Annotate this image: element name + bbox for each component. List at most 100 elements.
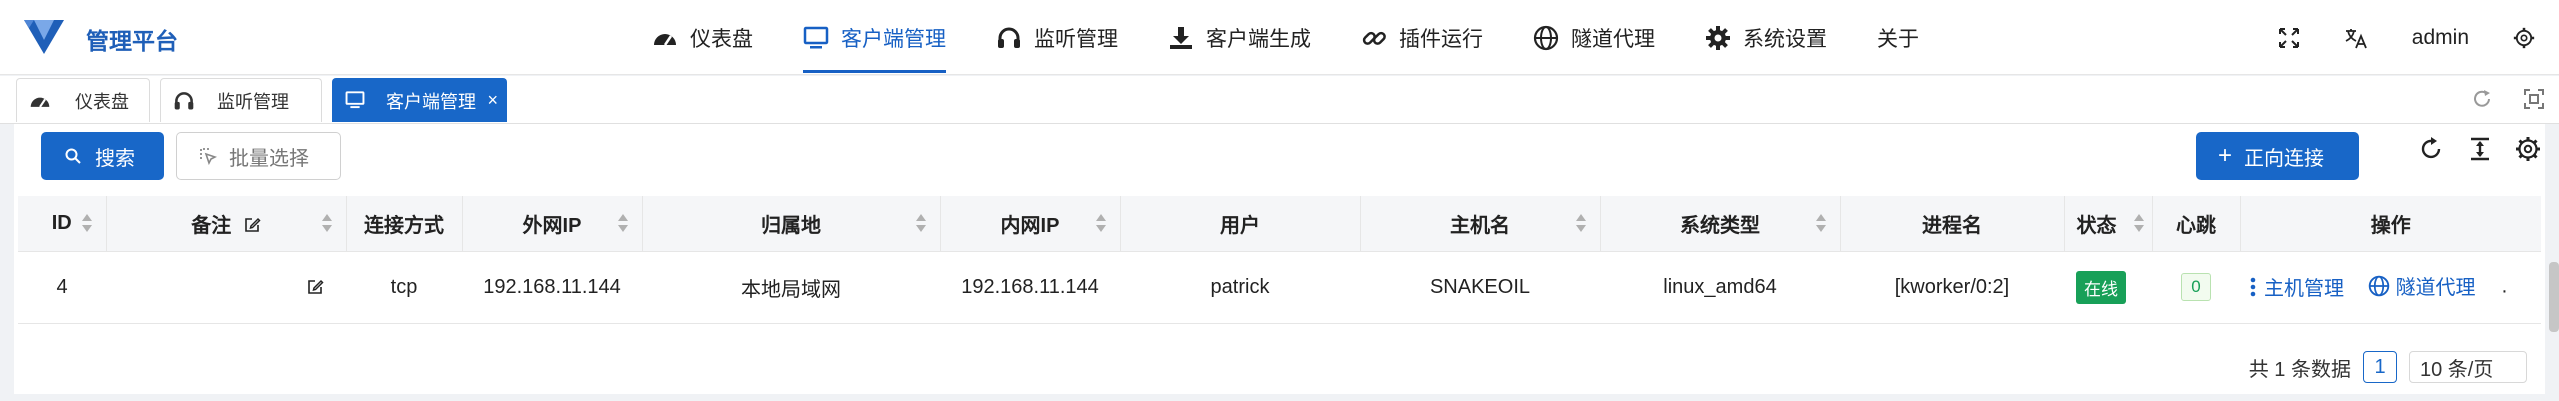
- heartbeat-badge: 0: [2181, 273, 2211, 301]
- table-row[interactable]: 4 tcp 192.168.11.144 本地局域网 192.168.11.14…: [18, 251, 2541, 324]
- header-tools: admin: [2234, 0, 2535, 75]
- cell-remark: [106, 251, 346, 324]
- col-header-label: 内网IP: [1000, 214, 1060, 237]
- nav-item-label: 仪表盘: [690, 27, 753, 51]
- globe-icon: [2368, 275, 2389, 296]
- col-header-label: 主机名: [1450, 214, 1510, 237]
- col-header-wan-ip[interactable]: 外网IP: [462, 196, 643, 252]
- col-header-hostname[interactable]: 主机名: [1360, 196, 1601, 252]
- col-header-os[interactable]: 系统类型: [1600, 196, 1841, 252]
- nav-item-system-settings[interactable]: 系统设置: [1705, 0, 1827, 75]
- table-settings-icon[interactable]: [2515, 136, 2541, 167]
- gear-icon: [1706, 25, 1730, 50]
- edit-icon: [244, 217, 261, 232]
- settings-icon[interactable]: [2513, 27, 2535, 49]
- col-header-id[interactable]: ID: [18, 196, 107, 252]
- more-actions-icon[interactable]: ·: [2501, 280, 2508, 302]
- reload-icon[interactable]: [2419, 136, 2445, 167]
- col-header-label: 心跳: [2176, 214, 2216, 237]
- sort-icon[interactable]: [1815, 214, 1826, 234]
- sort-icon[interactable]: [1575, 214, 1586, 234]
- col-header-status[interactable]: 状态: [2064, 196, 2153, 252]
- status-badge: 在线: [2076, 270, 2126, 304]
- batch-select-label: 批量选择: [229, 147, 309, 170]
- refresh-icon[interactable]: [2471, 88, 2493, 115]
- forward-connect-button[interactable]: + 正向连接: [2196, 132, 2359, 180]
- plus-icon: +: [2218, 142, 2233, 169]
- tab-dashboard[interactable]: 仪表盘: [16, 78, 150, 122]
- col-header-location[interactable]: 归属地: [642, 196, 941, 252]
- col-header-label: 外网IP: [522, 214, 582, 237]
- col-header-process: 进程名: [1840, 196, 2065, 252]
- sort-icon[interactable]: [915, 214, 926, 234]
- tunnel-proxy-label: 隧道代理: [2395, 277, 2476, 300]
- cell-hostname: SNAKEOIL: [1360, 251, 1600, 324]
- sort-icon[interactable]: [321, 214, 332, 234]
- nav-item-label: 隧道代理: [1571, 27, 1655, 51]
- user-name[interactable]: admin: [2412, 26, 2469, 50]
- col-header-label: 操作: [2370, 214, 2411, 237]
- col-header-label: 连接方式: [364, 214, 444, 237]
- tunnel-proxy-link[interactable]: 隧道代理: [2368, 271, 2476, 300]
- sort-icon[interactable]: [1095, 214, 1106, 234]
- col-header-label: 归属地: [761, 214, 821, 237]
- nav-item-label: 插件运行: [1399, 27, 1483, 51]
- edit-remark-icon[interactable]: [306, 278, 324, 296]
- tab-label: 监听管理: [217, 91, 289, 112]
- search-button[interactable]: 搜索: [41, 132, 164, 180]
- nav-item-listener-management[interactable]: 监听管理: [996, 0, 1118, 75]
- cell-heartbeat: 0: [2152, 251, 2240, 324]
- nav-item-label: 关于: [1877, 27, 1919, 51]
- logo-icon: [24, 20, 64, 54]
- cell-lan-ip: 192.168.11.144: [940, 251, 1120, 324]
- client-list-card: 搜索 批量选择 + 正向连接 ID 备注 连接方式 外网IP 归属地 内网IP …: [14, 124, 2545, 394]
- monitor-icon: [345, 91, 365, 109]
- download-icon: [1170, 26, 1192, 49]
- link-icon: [1362, 31, 1386, 45]
- tab-listener-management[interactable]: 监听管理: [160, 78, 322, 122]
- fullscreen-icon[interactable]: [2278, 27, 2300, 49]
- nav-item-tunnel-proxy[interactable]: 隧道代理: [1533, 0, 1655, 75]
- nav-item-client-generate[interactable]: 客户端生成: [1168, 0, 1311, 75]
- nav-item-about[interactable]: 关于: [1877, 0, 1919, 75]
- cell-connection: tcp: [346, 251, 462, 324]
- vertical-scrollbar[interactable]: [2549, 262, 2559, 332]
- globe-icon: [1533, 25, 1559, 50]
- nav-item-dashboard[interactable]: 仪表盘: [652, 0, 753, 75]
- top-navbar: 管理平台 仪表盘 客户端管理 监听管理 客户端生成 插件运行 隧道代理 系统设置: [0, 0, 2559, 75]
- tab-close-icon[interactable]: ×: [487, 90, 498, 111]
- nav-item-plugin-run[interactable]: 插件运行: [1361, 0, 1483, 75]
- col-header-label: 进程名: [1922, 214, 1982, 237]
- col-header-label: ID: [51, 211, 72, 234]
- nav-item-label: 系统设置: [1743, 27, 1827, 51]
- sort-icon[interactable]: [2133, 214, 2144, 234]
- cell-os: linux_amd64: [1600, 251, 1840, 324]
- col-header-lan-ip[interactable]: 内网IP: [940, 196, 1121, 252]
- column-height-icon[interactable]: [2467, 136, 2493, 167]
- sort-icon[interactable]: [617, 214, 628, 234]
- cell-status: 在线: [2064, 251, 2152, 324]
- page-size-select[interactable]: 10 条/页: [2409, 351, 2527, 383]
- cell-user: patrick: [1120, 251, 1360, 324]
- col-header-label: 状态: [2076, 214, 2117, 237]
- table-header-row: ID 备注 连接方式 外网IP 归属地 内网IP 用户 主机名 系统类型 进程名…: [18, 196, 2541, 252]
- cell-id: 4: [18, 251, 106, 324]
- nav-item-client-management[interactable]: 客户端管理: [803, 0, 946, 75]
- host-management-label: 主机管理: [2264, 278, 2344, 301]
- col-header-label: 系统类型: [1680, 214, 1760, 237]
- forward-connect-label: 正向连接: [2244, 147, 2325, 170]
- tab-client-management[interactable]: 客户端管理 ×: [332, 78, 507, 122]
- cell-location: 本地局域网: [642, 251, 940, 324]
- host-management-link[interactable]: 主机管理: [2250, 272, 2344, 301]
- client-table: ID 备注 连接方式 外网IP 归属地 内网IP 用户 主机名 系统类型 进程名…: [18, 196, 2541, 324]
- col-header-remark[interactable]: 备注: [106, 196, 347, 252]
- batch-select-button[interactable]: 批量选择: [176, 132, 341, 180]
- sort-icon[interactable]: [81, 214, 92, 234]
- col-header-connection: 连接方式: [346, 196, 463, 252]
- page-button-1[interactable]: 1: [2363, 351, 2397, 383]
- maximize-icon[interactable]: [2523, 88, 2545, 115]
- total-count: 共 1 条数据: [2248, 358, 2351, 381]
- cell-wan-ip: 192.168.11.144: [462, 251, 642, 324]
- translate-icon[interactable]: [2344, 27, 2368, 49]
- col-header-actions: 操作: [2240, 196, 2541, 252]
